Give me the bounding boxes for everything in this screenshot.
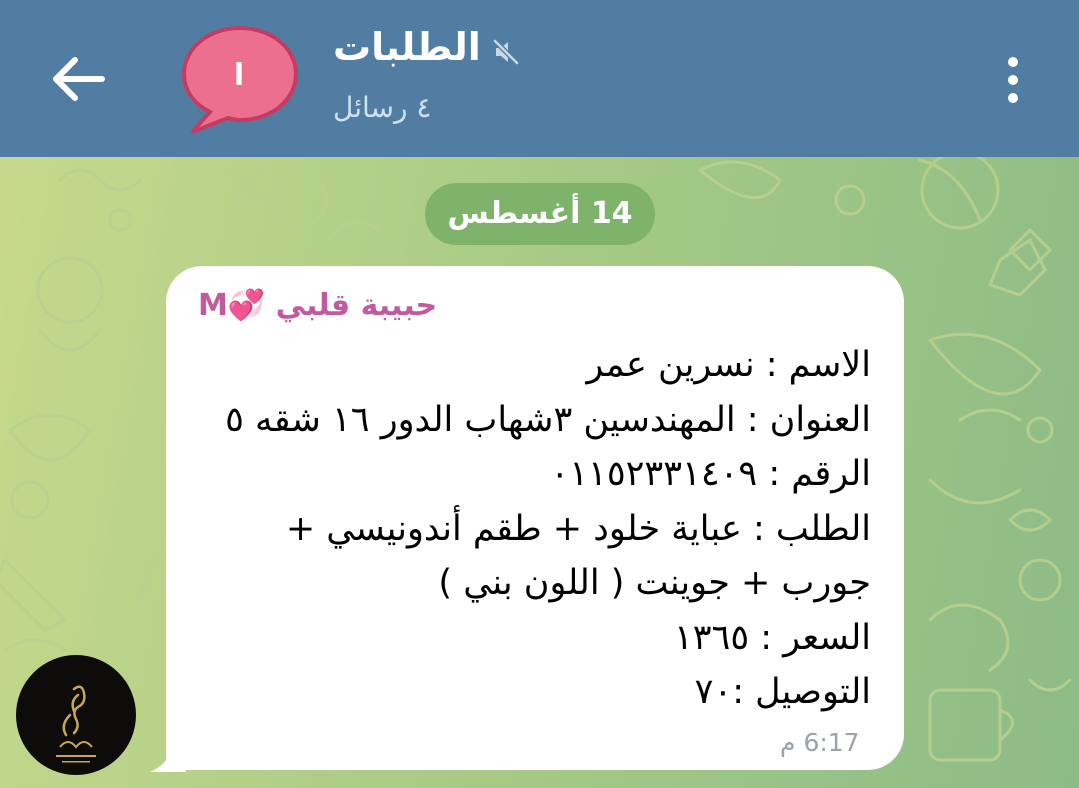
- chat-subtitle: ٤ رسائل: [333, 91, 432, 124]
- vertical-dots-icon[interactable]: [996, 52, 1030, 108]
- arrow-left-icon[interactable]: [48, 52, 108, 106]
- message-line: الطلب : عباية خلود + طقم أندونيسي +: [285, 508, 871, 549]
- message-line: التوصيل :٧٠: [694, 672, 871, 712]
- message-line: جورب + جوينت ( اللون بني ): [438, 563, 871, 603]
- message-text: الاسم : نسرين عمر العنوان : المهندسين ٣ش…: [181, 338, 871, 720]
- avatar-letter: ا: [233, 58, 245, 93]
- message-line: السعر : ١٣٦٥: [673, 617, 871, 658]
- chat-header: [0, 0, 1079, 157]
- chat-screen: ا الطلبات ٤ رسائل 14 أغسطس حبيبة قلبي 💞M…: [0, 0, 1079, 788]
- message-time: 6:17 م: [780, 728, 860, 757]
- message-line: العنوان : المهندسين ٣شهاب الدور ١٦ شقه ٥: [225, 399, 871, 440]
- message-line: الاسم : نسرين عمر: [586, 345, 871, 385]
- sender-name[interactable]: حبيبة قلبي 💞M: [198, 284, 437, 328]
- chat-title[interactable]: الطلبات: [333, 22, 481, 72]
- date-separator: 14 أغسطس: [425, 183, 655, 245]
- muted-speaker-icon: [493, 39, 519, 65]
- user-avatar[interactable]: [16, 655, 136, 775]
- message-line: الرقم : ٠١١٥٢٣٣١٤٠٩: [550, 454, 871, 494]
- brand-logo-icon: [56, 685, 96, 763]
